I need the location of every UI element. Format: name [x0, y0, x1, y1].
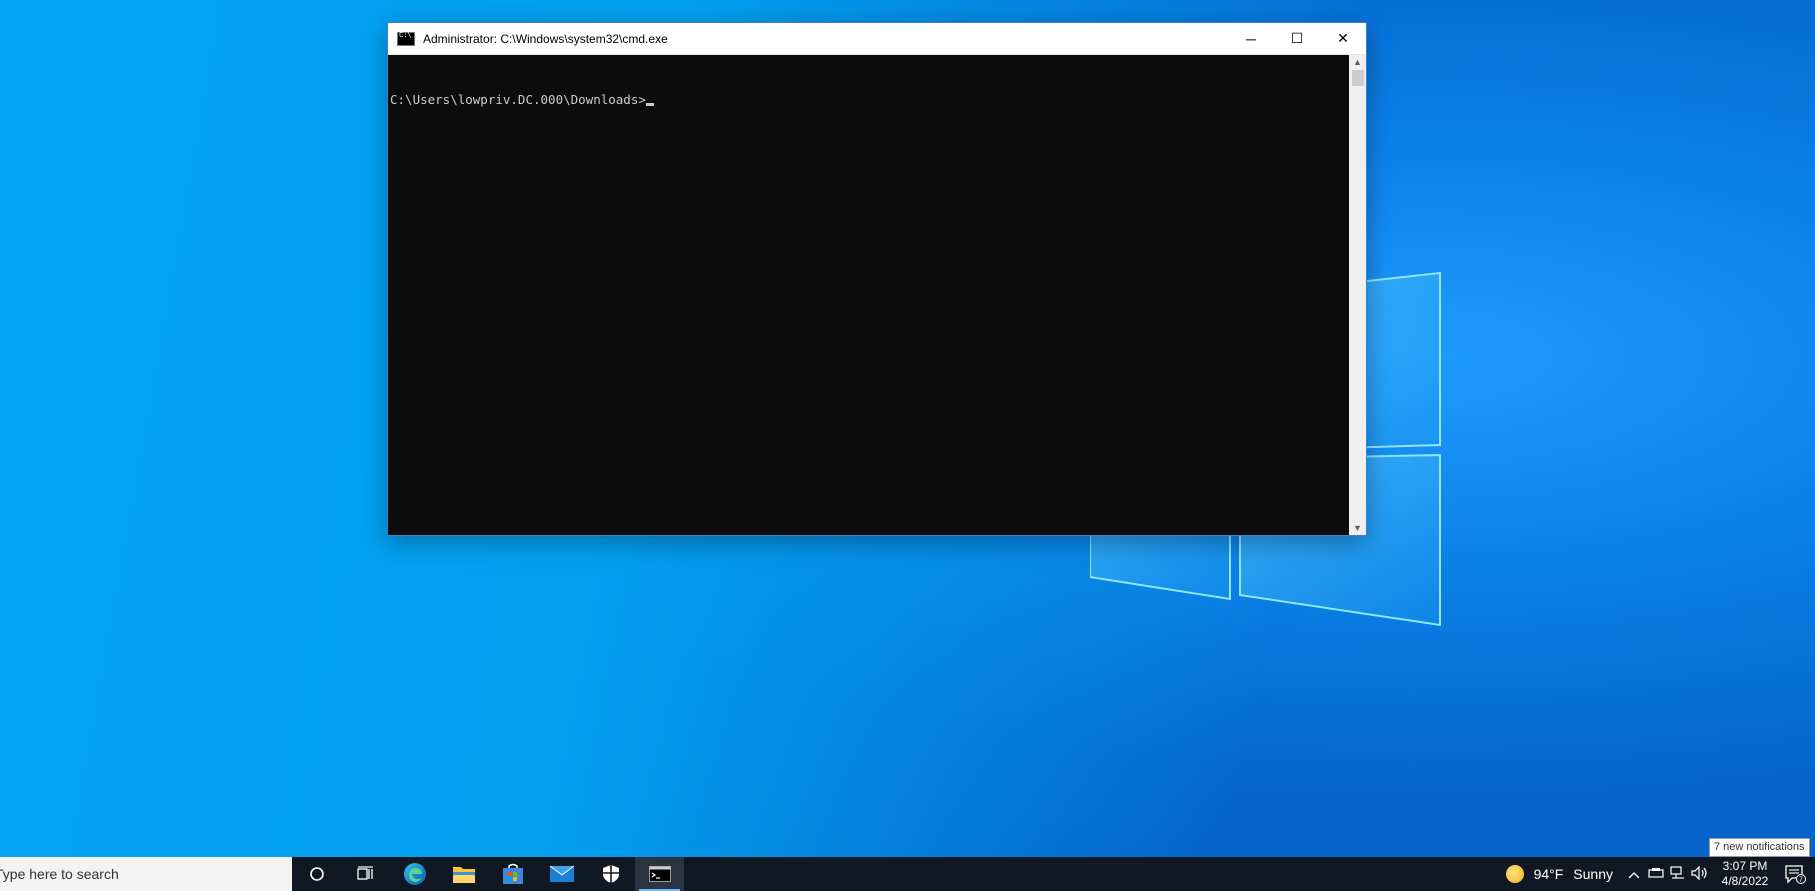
store-button[interactable]	[488, 857, 537, 891]
maximize-icon: ☐	[1290, 30, 1304, 46]
sun-icon	[1505, 865, 1524, 883]
close-button[interactable]: ✕	[1320, 23, 1366, 54]
title-bar[interactable]: Administrator: C:\Windows\system32\cmd.e…	[388, 23, 1366, 55]
cortana-icon	[309, 867, 324, 881]
action-center-button[interactable]: 7	[1775, 864, 1815, 884]
input-device-icon[interactable]	[1645, 867, 1667, 882]
scroll-down-icon[interactable]: ▼	[1349, 521, 1366, 535]
vertical-scrollbar[interactable]: ▲ ▼	[1349, 55, 1366, 535]
edge-icon	[403, 863, 426, 885]
scroll-up-icon[interactable]: ▲	[1349, 55, 1366, 69]
clock-time: 3:07 PM	[1722, 859, 1768, 873]
command-prompt[interactable]: C:\Users\lowpriv.DC.000\Downloads>	[390, 92, 654, 107]
volume-icon[interactable]	[1689, 865, 1711, 883]
prompt-text: C:\Users\lowpriv.DC.000\Downloads>	[390, 92, 646, 107]
system-tray: 94°F Sunny 3:07 PM 4/8/2022 7	[1505, 857, 1815, 891]
window-title: Administrator: C:\Windows\system32\cmd.e…	[423, 31, 668, 46]
mail-icon	[549, 865, 574, 882]
task-view-button[interactable]	[341, 857, 390, 891]
terminal-output[interactable]: C:\Users\lowpriv.DC.000\Downloads>	[388, 55, 1348, 535]
network-icon[interactable]	[1667, 865, 1689, 883]
edge-button[interactable]	[390, 857, 439, 891]
clock[interactable]: 3:07 PM 4/8/2022	[1715, 859, 1775, 889]
minimize-button[interactable]: ─	[1228, 23, 1274, 54]
taskbar: Type here to search 94°F Sunny 3:07 PM 4…	[0, 857, 1815, 891]
cortana-button[interactable]	[292, 857, 341, 891]
close-icon: ✕	[1337, 30, 1349, 46]
security-icon	[602, 865, 619, 883]
mail-button[interactable]	[537, 857, 586, 891]
show-hidden-icons-chevron-icon[interactable]	[1623, 867, 1645, 882]
cmd-taskbar-button[interactable]	[635, 857, 684, 891]
cmd-icon	[648, 866, 671, 882]
minimize-icon: ─	[1246, 30, 1256, 47]
file-explorer-button[interactable]	[439, 857, 488, 891]
task-view-icon	[356, 866, 373, 880]
notification-count: 7	[1799, 877, 1803, 884]
notification-icon: 7	[1785, 865, 1806, 884]
weather-widget[interactable]: 94°F Sunny	[1505, 865, 1613, 883]
text-cursor	[645, 103, 654, 106]
scrollbar-thumb[interactable]	[1352, 70, 1364, 86]
cmd-app-icon[interactable]	[397, 31, 415, 46]
file-explorer-icon	[452, 867, 475, 883]
search-box[interactable]: Type here to search	[0, 857, 292, 891]
security-button[interactable]	[586, 857, 635, 891]
search-placeholder: Type here to search	[0, 866, 119, 882]
cmd-window[interactable]: Administrator: C:\Windows\system32\cmd.e…	[388, 23, 1366, 535]
weather-temperature: 94°F	[1533, 866, 1564, 882]
maximize-button[interactable]: ☐	[1274, 23, 1320, 54]
store-icon	[502, 863, 523, 884]
notification-tooltip: 7 new notifications	[1709, 838, 1810, 857]
weather-condition: Sunny	[1573, 866, 1613, 882]
clock-date: 4/8/2022	[1721, 874, 1769, 888]
